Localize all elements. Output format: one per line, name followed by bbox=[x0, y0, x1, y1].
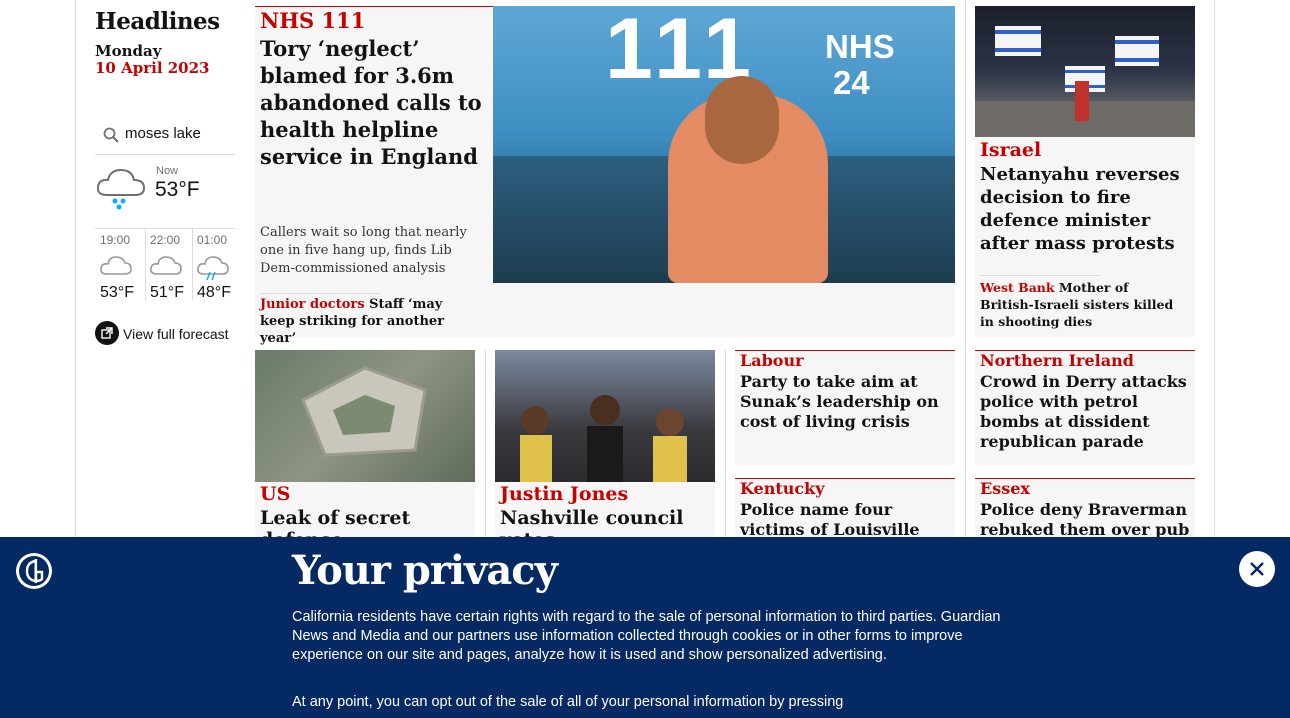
ni-headline[interactable]: Crowd in Derry attacks police with petro… bbox=[980, 372, 1192, 452]
weather-now-temp: 53°F bbox=[155, 178, 200, 201]
forecast-temp: 53°F bbox=[100, 284, 134, 301]
location-input[interactable] bbox=[125, 125, 235, 142]
card-topline bbox=[255, 6, 493, 7]
pentagon-image[interactable] bbox=[255, 350, 475, 482]
kentucky-kicker[interactable]: Kentucky bbox=[740, 479, 825, 498]
privacy-text-optout: At any point, you can opt out of the sal… bbox=[292, 694, 844, 710]
close-icon[interactable] bbox=[1239, 551, 1275, 587]
guardian-logo-icon bbox=[16, 553, 52, 589]
privacy-title: Your privacy bbox=[292, 547, 558, 594]
forecast-temp: 48°F bbox=[197, 284, 231, 301]
date-full: 10 April 2023 bbox=[95, 59, 210, 77]
weather-now-label: Now bbox=[156, 165, 179, 177]
divider bbox=[95, 228, 235, 229]
forecast-time: 19:00 bbox=[100, 233, 131, 247]
forecast-time: 01:00 bbox=[197, 233, 228, 247]
divider bbox=[725, 350, 726, 540]
cloud-rain-icon bbox=[196, 254, 230, 286]
cloud-icon bbox=[99, 254, 133, 282]
external-link-icon[interactable] bbox=[95, 321, 119, 345]
nhs-call-centre-image[interactable]: 111 NHS 24 bbox=[493, 6, 955, 283]
main-sublink[interactable]: Junior doctors Staff ‘may keep striking … bbox=[260, 296, 475, 347]
us-kicker[interactable]: US bbox=[260, 483, 290, 505]
israel-headline[interactable]: Netanyahu reverses decision to fire defe… bbox=[980, 163, 1192, 255]
date-day: Monday bbox=[95, 42, 162, 60]
israel-kicker[interactable]: Israel bbox=[980, 139, 1041, 161]
search-icon[interactable] bbox=[103, 127, 119, 143]
main-headline[interactable]: Tory ‘neglect’ blamed for 3.6m abandoned… bbox=[260, 35, 485, 170]
labour-kicker[interactable]: Labour bbox=[740, 351, 804, 370]
ni-kicker[interactable]: Northern Ireland bbox=[980, 351, 1134, 370]
view-full-forecast-link[interactable]: View full forecast bbox=[123, 326, 229, 342]
divider bbox=[980, 275, 1100, 276]
privacy-banner: Your privacy California residents have c… bbox=[0, 537, 1290, 718]
cloud-icon bbox=[149, 254, 183, 282]
essex-kicker[interactable]: Essex bbox=[980, 479, 1030, 498]
privacy-text: California residents have certain rights… bbox=[292, 609, 1001, 663]
divider bbox=[95, 154, 235, 155]
main-kicker[interactable]: NHS 111 bbox=[260, 8, 365, 33]
cloud-rain-icon bbox=[95, 165, 147, 211]
divider bbox=[260, 293, 380, 294]
justin-kicker[interactable]: Justin Jones bbox=[500, 483, 628, 505]
israel-protest-image[interactable] bbox=[975, 6, 1195, 137]
divider bbox=[192, 228, 193, 300]
section-title: Headlines bbox=[95, 8, 220, 35]
labour-headline[interactable]: Party to take aim at Sunak’s leadership … bbox=[740, 372, 952, 432]
divider bbox=[485, 350, 486, 540]
forecast-temp: 51°F bbox=[150, 284, 184, 301]
main-standfirst: Callers wait so long that nearly one in … bbox=[260, 225, 467, 276]
israel-sublink[interactable]: West Bank Mother of British-Israeli sist… bbox=[980, 279, 1185, 330]
essex-headline[interactable]: Police deny Braverman rebuked them over … bbox=[980, 500, 1192, 540]
sublink-kicker: West Bank bbox=[980, 280, 1055, 295]
forecast-time: 22:00 bbox=[150, 233, 181, 247]
sublink-kicker: Junior doctors bbox=[260, 297, 365, 312]
divider bbox=[145, 228, 146, 300]
nashville-crowd-image[interactable] bbox=[495, 350, 715, 482]
